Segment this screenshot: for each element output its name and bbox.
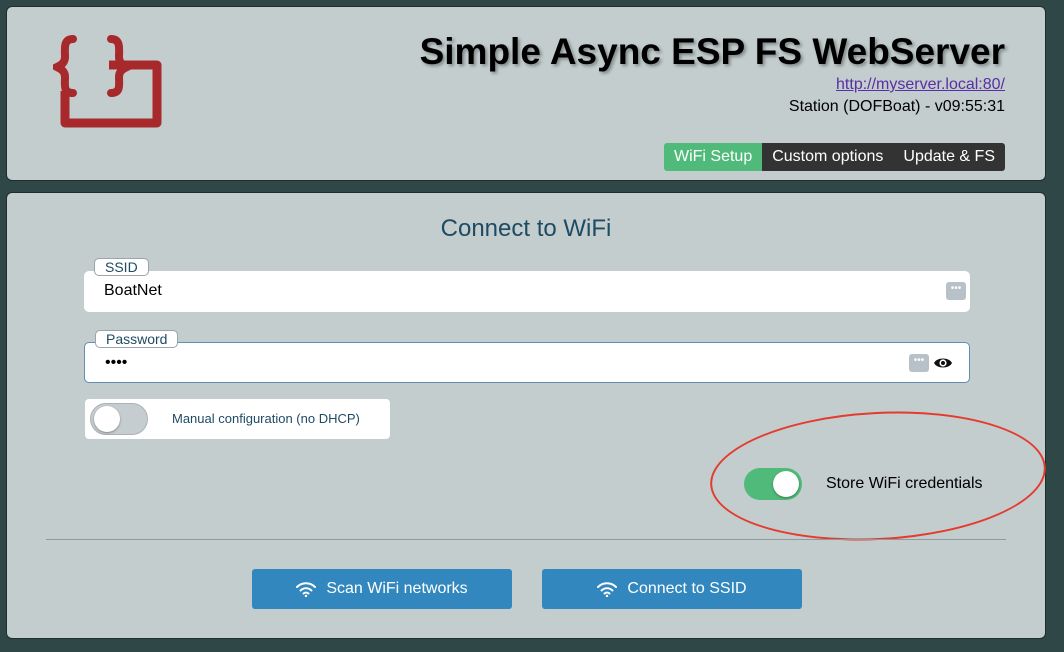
manual-config-toggle[interactable] bbox=[90, 403, 148, 435]
scan-wifi-button[interactable]: Scan WiFi networks bbox=[252, 569, 512, 609]
header-panel: Simple Async ESP FS WebServer http://mys… bbox=[6, 6, 1046, 181]
password-field[interactable]: Password •••• ••• bbox=[84, 330, 970, 383]
connect-ssid-button[interactable]: Connect to SSID bbox=[542, 569, 802, 609]
scan-wifi-label: Scan WiFi networks bbox=[326, 580, 468, 597]
manual-config-label: Manual configuration (no DHCP) bbox=[172, 411, 360, 426]
app-title: Simple Async ESP FS WebServer bbox=[419, 31, 1005, 72]
password-manager-icon[interactable]: ••• bbox=[946, 282, 966, 300]
divider bbox=[46, 539, 1006, 540]
connect-ssid-label: Connect to SSID bbox=[627, 580, 747, 597]
password-label: Password bbox=[95, 330, 179, 348]
tab-bar: WiFi Setup Custom options Update & FS bbox=[663, 143, 1005, 171]
wifi-icon bbox=[296, 582, 317, 597]
tab-update-fs[interactable]: Update & FS bbox=[893, 143, 1005, 171]
section-title: Connect to WiFi bbox=[440, 215, 612, 242]
ssid-field[interactable]: SSID BoatNet ••• bbox=[84, 258, 970, 312]
ssid-label: SSID bbox=[94, 258, 149, 276]
eye-icon[interactable] bbox=[933, 356, 953, 370]
server-url-link[interactable]: http://myserver.local:80/ bbox=[836, 76, 1005, 94]
curly-braces-logo-icon bbox=[53, 35, 162, 128]
red-annotation-ellipse bbox=[706, 403, 1050, 549]
tab-custom-options[interactable]: Custom options bbox=[762, 143, 894, 171]
wifi-icon bbox=[597, 582, 618, 597]
manual-config-card: Manual configuration (no DHCP) bbox=[85, 399, 390, 439]
wifi-setup-panel: Connect to WiFi SSID BoatNet ••• Passwor… bbox=[6, 192, 1050, 639]
station-info: Station (DOFBoat) - v09:55:31 bbox=[788, 98, 1005, 115]
ssid-value: BoatNet bbox=[104, 282, 162, 299]
password-value: •••• bbox=[105, 354, 128, 371]
toggle-knob bbox=[94, 406, 120, 432]
tab-wifi-setup[interactable]: WiFi Setup bbox=[663, 143, 763, 171]
password-manager-icon[interactable]: ••• bbox=[909, 354, 929, 372]
